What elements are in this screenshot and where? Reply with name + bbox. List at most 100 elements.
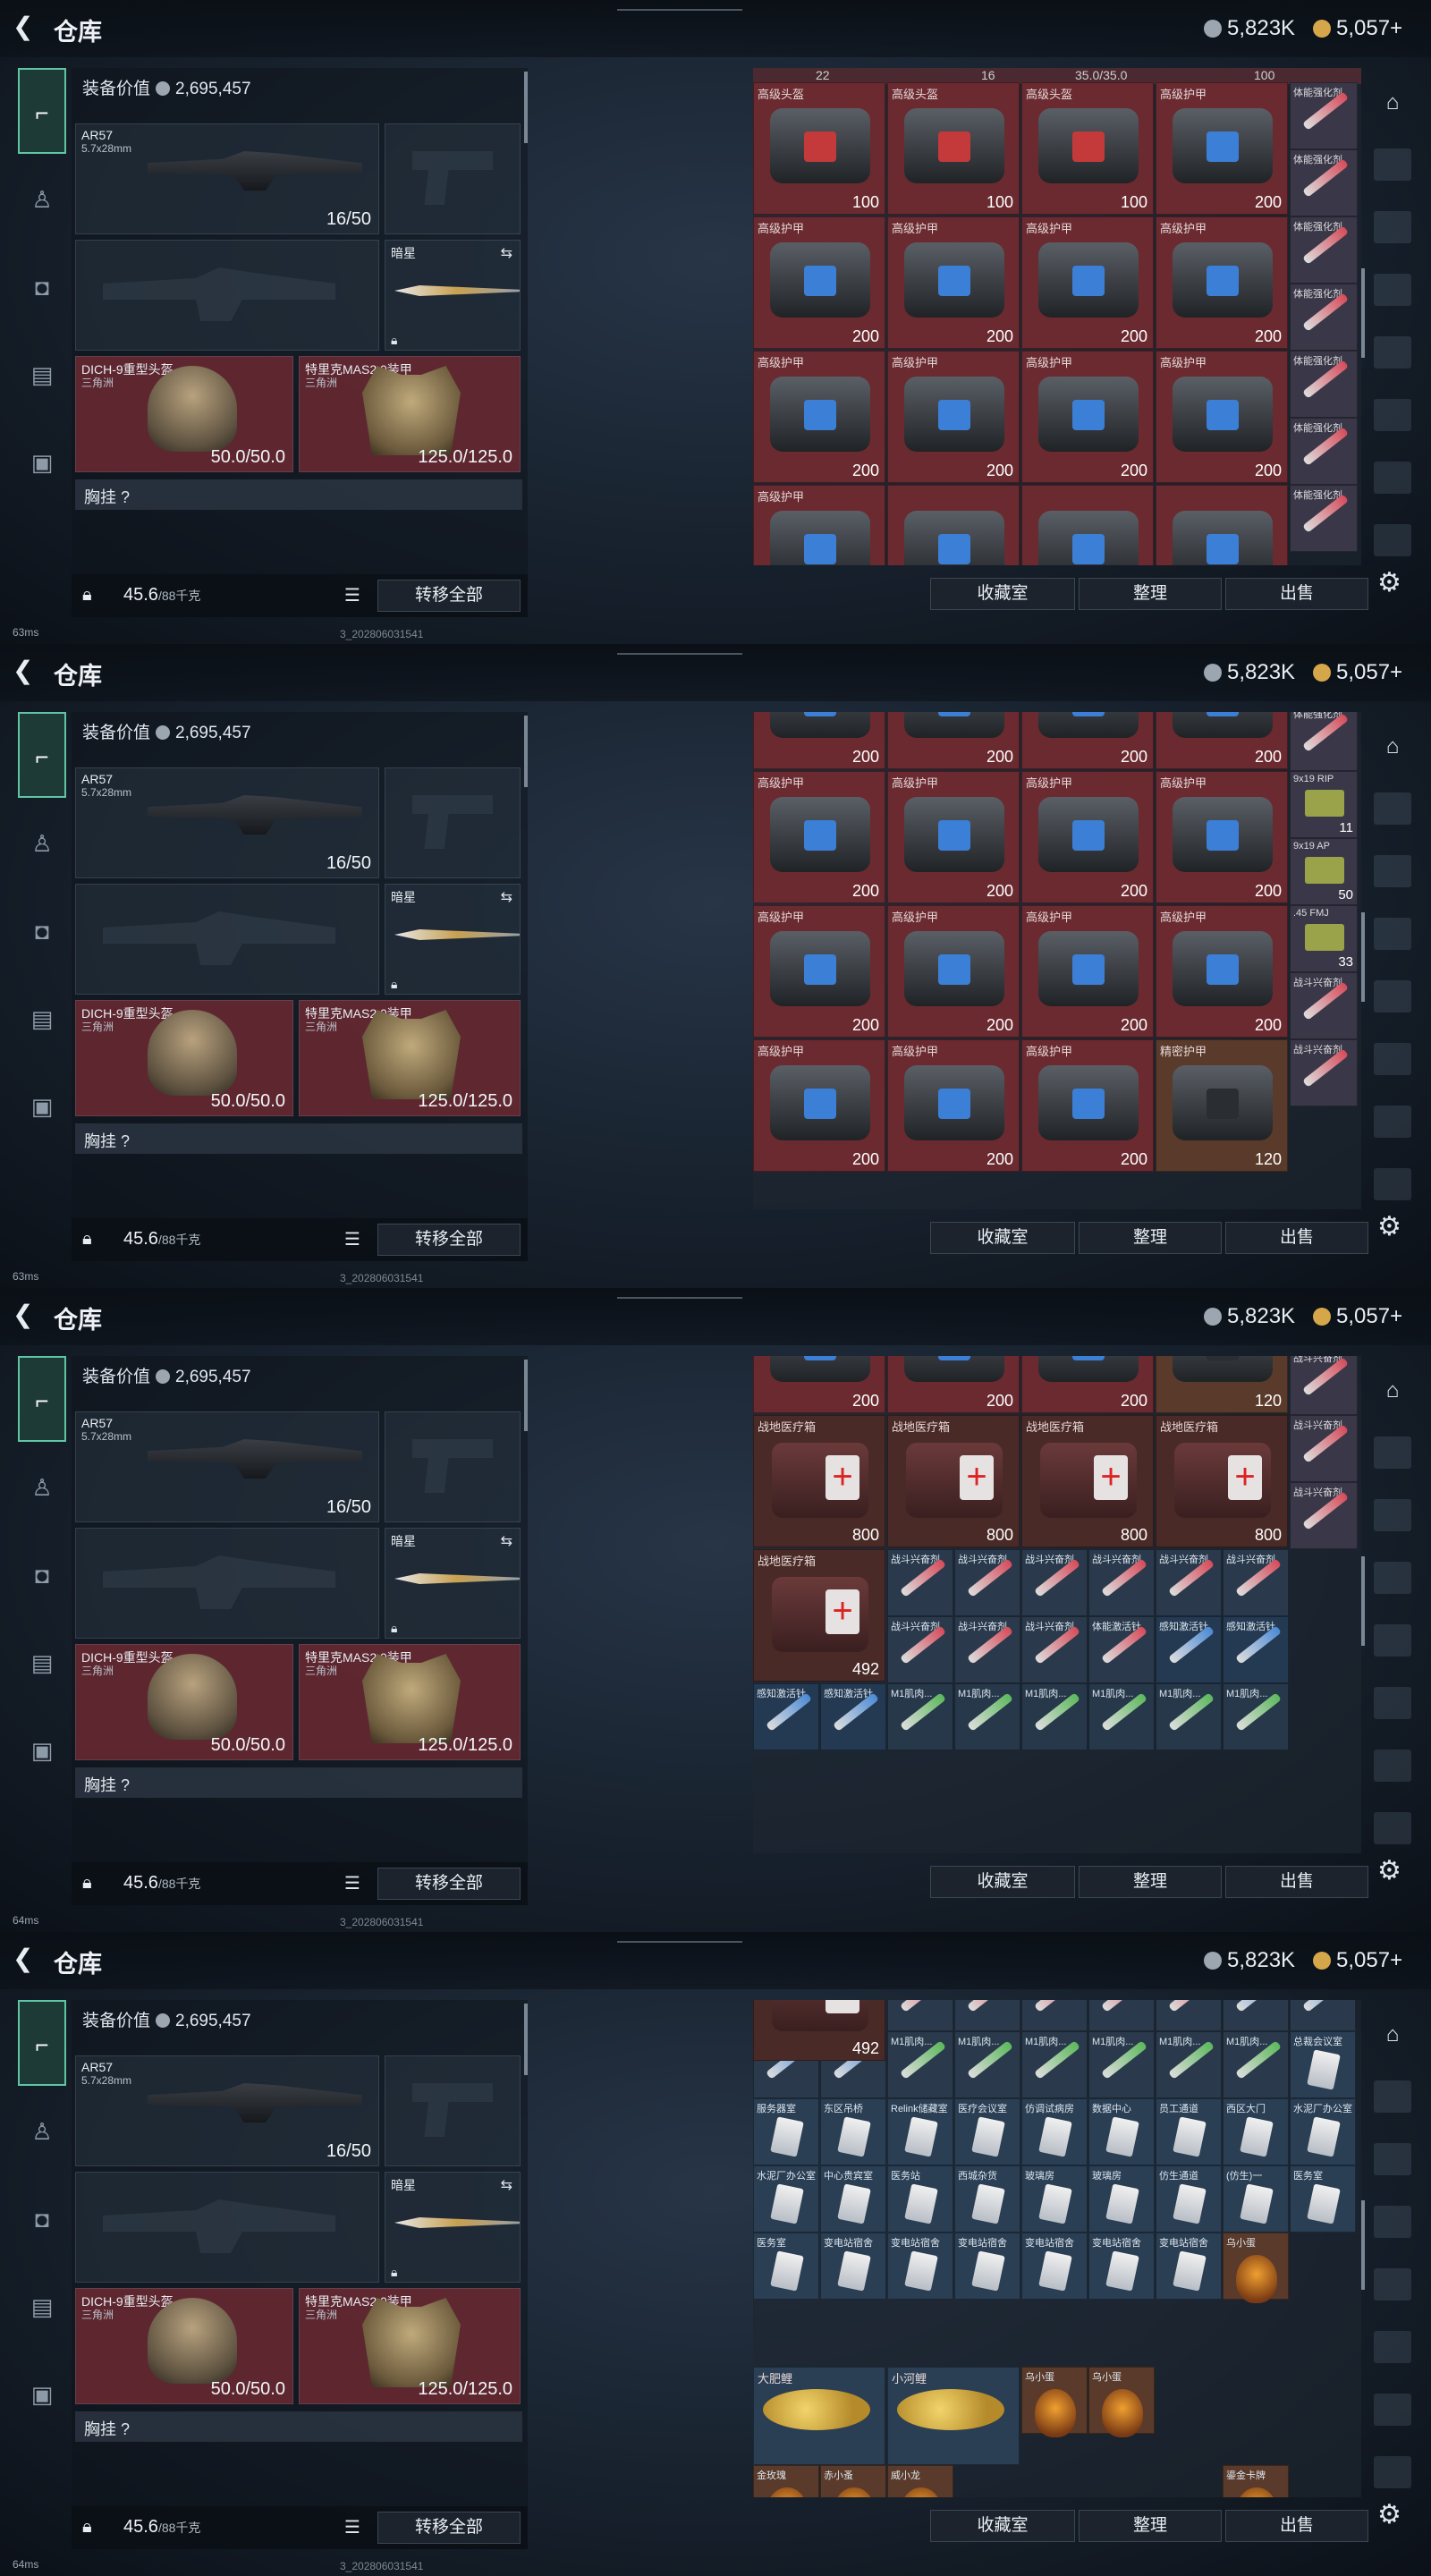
bag-tab-icon[interactable]: ◘ [18, 907, 66, 955]
stash-item[interactable]: M1肌肉... [887, 2031, 953, 2098]
stash-page-thumb[interactable] [1374, 1106, 1411, 1138]
swap-icon[interactable]: ⇆ [501, 244, 512, 262]
stash-item[interactable]: 中心贵宾室 [820, 2165, 886, 2233]
weapon-tab-icon[interactable]: ⌐ [18, 1356, 66, 1442]
stash-item[interactable]: 高级护甲 200 [1156, 351, 1288, 483]
stash-home-icon[interactable]: ⌂ [1374, 2016, 1411, 2054]
stash-item[interactable]: 体能强化剂 [1290, 712, 1358, 771]
transfer-all-button[interactable]: 转移全部 [377, 1868, 521, 1900]
weight-lock-icon[interactable]: 🔒︎ [82, 1229, 92, 1250]
bag-tab-icon[interactable]: ◘ [18, 2195, 66, 2243]
gold-currency[interactable]: 5,057+ [1313, 660, 1402, 685]
weight-lock-icon[interactable]: 🔒︎ [82, 2517, 92, 2538]
stash-item[interactable]: 变电站宿舍 [1021, 2233, 1088, 2300]
stash-item[interactable]: 员工通道 [1156, 2098, 1222, 2165]
stash-item[interactable]: 高级护甲 200 [887, 1039, 1020, 1172]
stash-item[interactable]: 变电站宿舍 [887, 2233, 953, 2300]
stash-page-thumb[interactable] [1374, 1436, 1411, 1469]
loadout-scrollbar[interactable] [524, 72, 528, 143]
list-tab-icon[interactable]: ▤ [18, 1639, 66, 1687]
stash-item[interactable]: 体能强化剂 [1290, 284, 1358, 351]
sell-button[interactable]: 出售 [1225, 1222, 1368, 1254]
sell-button[interactable]: 出售 [1225, 2510, 1368, 2542]
weight-lock-icon[interactable]: 🔒︎ [82, 1873, 92, 1894]
stash-page-thumb[interactable] [1374, 2143, 1411, 2175]
secondary-weapon-slot[interactable] [75, 884, 379, 995]
stash-page-thumb[interactable] [1374, 1499, 1411, 1531]
stash-item[interactable]: 高级护甲 200 [753, 771, 885, 903]
stash-item[interactable]: 高级护甲 200 [1156, 905, 1288, 1038]
stash-item[interactable] [1156, 485, 1288, 565]
stash-item[interactable]: 200 [887, 712, 1020, 769]
stash-page-thumb[interactable] [1374, 336, 1411, 369]
stash-item[interactable]: 高级头盔 100 [887, 82, 1020, 215]
stash-item[interactable]: 变电站宿舍 [1088, 2233, 1155, 2300]
stash-item[interactable]: 总裁会议室 [1290, 2031, 1356, 2098]
help-icon[interactable]: ? [116, 2420, 130, 2438]
stash-item[interactable]: 492 [753, 2000, 885, 2061]
secondary-weapon-slot[interactable] [75, 2172, 379, 2283]
transfer-all-button[interactable]: 转移全部 [377, 580, 521, 612]
stash-page-thumb[interactable] [1374, 1750, 1411, 1782]
pistol-slot[interactable] [385, 123, 521, 234]
case-tab-icon[interactable]: ▣ [18, 2370, 66, 2419]
helmet-slot[interactable]: DICH-9重型头盔 三角洲 50.0/50.0 [75, 356, 293, 472]
stash-item[interactable]: M1肌肉... [1021, 2031, 1088, 2098]
melee-slot[interactable]: 暗星 ⇆ 🔒︎ [385, 1528, 521, 1639]
primary-weapon-slot[interactable]: AR57 5.7x28mm 16/50 [75, 123, 379, 234]
loadout-scrollbar[interactable] [524, 1360, 528, 1431]
stash-item[interactable]: 高级护甲 200 [887, 905, 1020, 1038]
stash-item[interactable]: 服务器室 [753, 2098, 819, 2165]
stash-item[interactable]: 小河鲤 [887, 2367, 1020, 2465]
back-arrow-icon[interactable]: ❮ [13, 1945, 41, 1973]
stash-item[interactable]: 高级护甲 200 [753, 905, 885, 1038]
loadout-scrollbar[interactable] [524, 2004, 528, 2075]
primary-weapon-slot[interactable]: AR57 5.7x28mm 16/50 [75, 2055, 379, 2166]
stash-page-thumb[interactable] [1374, 1562, 1411, 1594]
stash-item[interactable]: 高级护甲 200 [1021, 1039, 1154, 1172]
stash-item[interactable]: 精密护甲 120 [1156, 1039, 1288, 1172]
stash-item[interactable]: 战斗兴奋剂 [1088, 2000, 1155, 2031]
weapon-tab-icon[interactable]: ⌐ [18, 68, 66, 154]
stash-item[interactable]: 战斗兴奋剂 [1290, 1039, 1358, 1106]
stash-item[interactable]: 200 [753, 712, 885, 769]
stash-item[interactable]: M1肌肉... [1088, 1683, 1155, 1750]
armor-slot[interactable]: 特里克MAS2.0装甲 三角洲 125.0/125.0 [299, 356, 521, 472]
stash-item[interactable]: 乌小蛋 [1223, 2233, 1289, 2303]
stash-item[interactable]: 体能强化剂 [1290, 351, 1358, 418]
stash-item[interactable]: 战斗兴奋剂 [954, 1549, 1020, 1616]
stash-item[interactable]: 变电站宿舍 [1156, 2233, 1222, 2300]
stash-item[interactable]: M1肌肉... [1156, 2031, 1222, 2098]
stash-item[interactable]: 战斗兴奋剂 [954, 1616, 1020, 1683]
stash-item[interactable]: 体能强化剂 [1290, 216, 1358, 284]
stash-page-thumb[interactable] [1374, 1624, 1411, 1657]
stash-item[interactable]: 战斗兴奋剂 [1290, 1356, 1358, 1415]
list-icon[interactable]: ☰ [340, 1227, 365, 1252]
stash-item[interactable]: 战斗兴奋剂 [1290, 1482, 1358, 1549]
stash-item[interactable]: 感知激活针 [1223, 1616, 1289, 1683]
stash-scrollbar[interactable] [1361, 912, 1365, 1002]
back-arrow-icon[interactable]: ❮ [13, 657, 41, 685]
stash-item[interactable]: M1肌肉... [954, 2031, 1020, 2098]
stash-item[interactable]: 高级护甲 200 [1021, 216, 1154, 349]
list-icon[interactable]: ☰ [340, 583, 365, 608]
secondary-weapon-slot[interactable] [75, 1528, 379, 1639]
stash-item[interactable]: 体能激活针 [1088, 1616, 1155, 1683]
add-gold-button[interactable]: + [1390, 1304, 1402, 1328]
weight-lock-icon[interactable]: 🔒︎ [82, 585, 92, 606]
stash-item[interactable]: 高级护甲 200 [753, 1039, 885, 1172]
stash-item[interactable]: 高级护甲 200 [887, 216, 1020, 349]
stash-item[interactable]: 高级护甲 200 [1021, 905, 1154, 1038]
stash-item[interactable]: 体能强化剂 [1290, 485, 1358, 552]
armor-tab-icon[interactable]: ♙ [18, 819, 66, 868]
stash-page-thumb[interactable] [1374, 2394, 1411, 2426]
stash-item[interactable] [1021, 485, 1154, 565]
stash-item[interactable]: 感知激活针 [1156, 1616, 1222, 1683]
stash-item[interactable]: M1肌肉... [954, 1683, 1020, 1750]
swap-icon[interactable]: ⇆ [501, 2176, 512, 2194]
stash-home-icon[interactable]: ⌂ [1374, 1372, 1411, 1410]
primary-weapon-slot[interactable]: AR57 5.7x28mm 16/50 [75, 767, 379, 878]
stash-item[interactable]: 鎏金卡牌 [1223, 2465, 1289, 2497]
stash-item[interactable]: 乌小蛋 [1088, 2367, 1155, 2437]
stash-item[interactable]: 战斗兴奋剂 [887, 1549, 953, 1616]
